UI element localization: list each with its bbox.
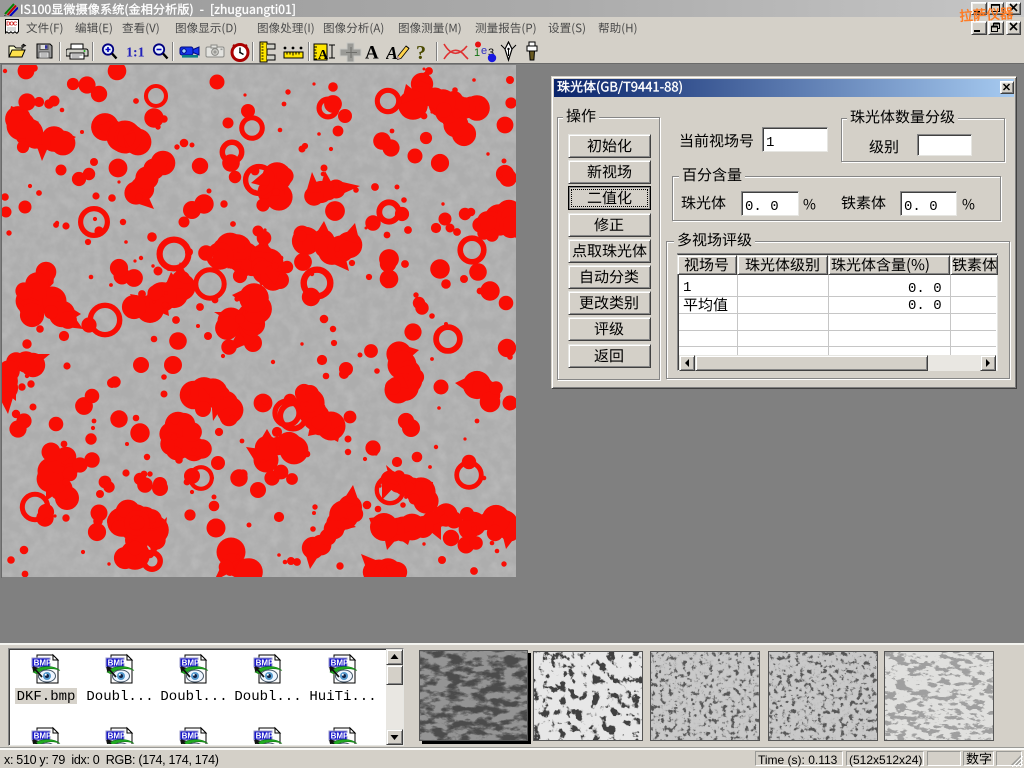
svg-text:DOC: DOC bbox=[6, 22, 17, 28]
svg-text:?: ? bbox=[416, 42, 426, 62]
svg-text:1: 1 bbox=[474, 47, 480, 59]
svg-text:A: A bbox=[318, 48, 329, 62]
svg-text:A: A bbox=[365, 43, 379, 62]
svg-text:e: e bbox=[481, 45, 487, 57]
svg-text:1:1: 1:1 bbox=[126, 46, 145, 60]
svg-text:A: A bbox=[386, 43, 398, 62]
